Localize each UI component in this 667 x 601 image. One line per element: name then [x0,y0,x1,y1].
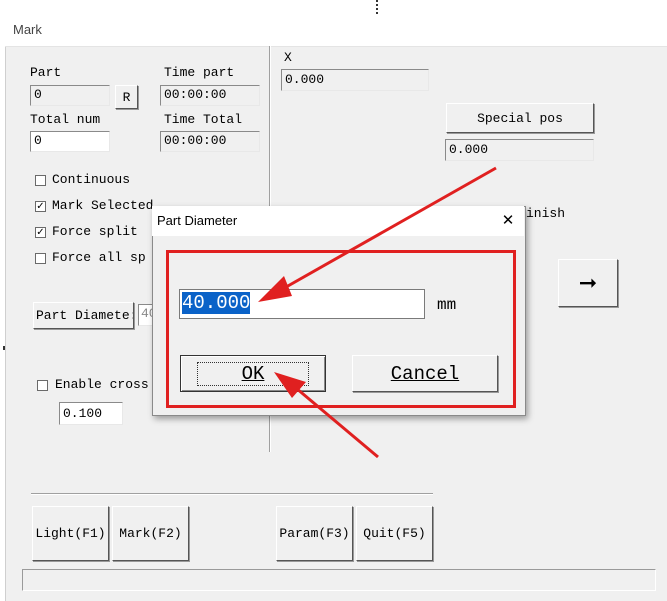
arrow-to-input-head [258,276,292,302]
arrow-to-ok-line [289,381,379,459]
annotation-arrows [258,166,497,459]
arrow-to-input-line [271,166,497,297]
